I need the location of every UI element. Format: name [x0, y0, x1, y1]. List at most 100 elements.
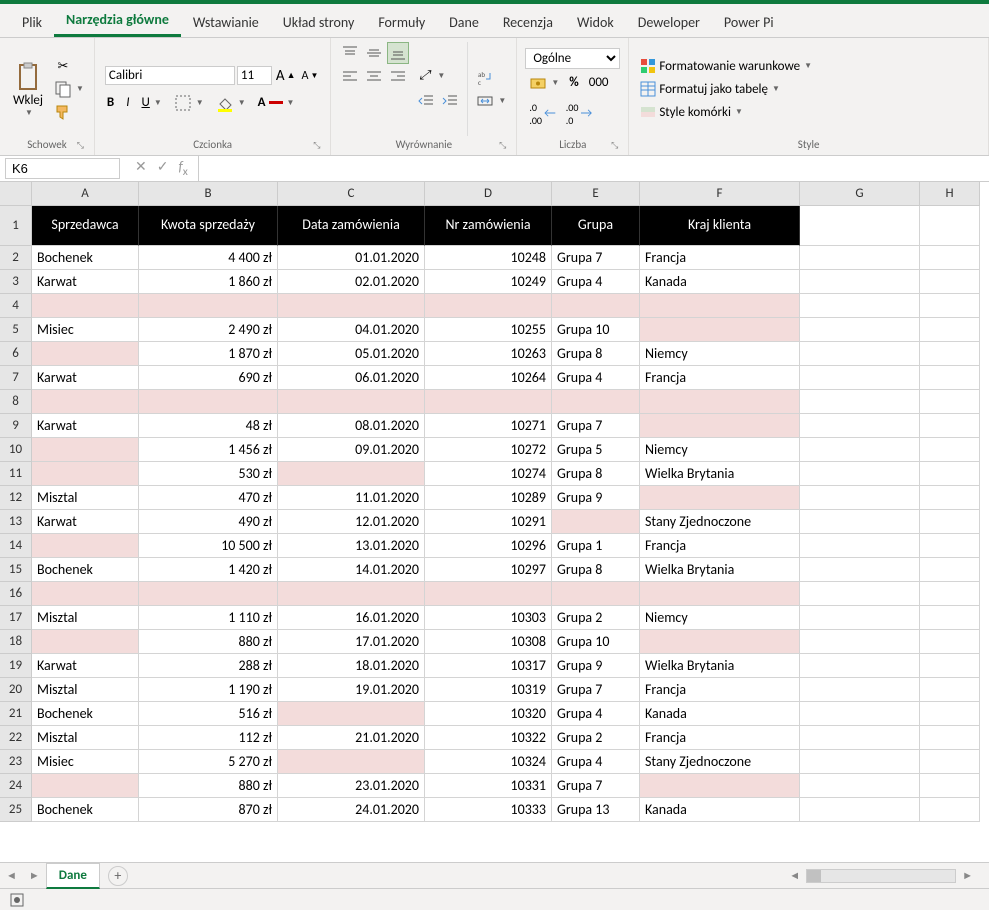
cell[interactable] [425, 294, 552, 318]
cell[interactable]: Grupa 10 [552, 318, 640, 342]
select-all-corner[interactable] [0, 182, 32, 206]
cell[interactable]: Karwat [32, 270, 139, 294]
cell[interactable]: Grupa 2 [552, 606, 640, 630]
comma-button[interactable]: 000 [587, 73, 611, 92]
tab-recenzja[interactable]: Recenzja [491, 8, 565, 37]
cell[interactable] [920, 366, 980, 390]
cell[interactable] [800, 702, 920, 726]
cell[interactable]: Kanada [640, 270, 800, 294]
format-as-table-button[interactable]: Formatuj jako tabelę▼ [637, 78, 814, 100]
cell[interactable]: 16.01.2020 [278, 606, 425, 630]
cell[interactable]: Niemcy [640, 606, 800, 630]
cell[interactable] [920, 774, 980, 798]
col-head-F[interactable]: F [640, 182, 800, 206]
cell[interactable] [920, 582, 980, 606]
cell[interactable] [552, 390, 640, 414]
cell[interactable]: Grupa 2 [552, 726, 640, 750]
cell[interactable]: 19.01.2020 [278, 678, 425, 702]
cell[interactable] [278, 582, 425, 606]
align-left-button[interactable] [339, 66, 361, 88]
bold-button[interactable]: B [105, 93, 116, 112]
cell[interactable]: Grupa 4 [552, 702, 640, 726]
cell[interactable]: Kanada [640, 798, 800, 822]
cell[interactable] [640, 294, 800, 318]
col-head-B[interactable]: B [139, 182, 278, 206]
col-head-G[interactable]: G [800, 182, 920, 206]
cell[interactable]: Grupa 9 [552, 486, 640, 510]
cell[interactable] [552, 510, 640, 534]
cell[interactable] [920, 342, 980, 366]
orientation-button[interactable]: ⤢▼ [413, 65, 463, 87]
font-size-input[interactable] [237, 66, 272, 85]
cell[interactable]: Misztal [32, 606, 139, 630]
cell[interactable] [32, 534, 139, 558]
sheet-nav-prev[interactable]: ◄ [0, 869, 23, 882]
fill-color-button[interactable]: ▼ [214, 92, 248, 114]
col-head-H[interactable]: H [920, 182, 980, 206]
cell[interactable] [800, 462, 920, 486]
cell[interactable]: Grupa 13 [552, 798, 640, 822]
cell[interactable]: 1 456 zł [139, 438, 278, 462]
cell[interactable]: 13.01.2020 [278, 534, 425, 558]
scroll-right-button[interactable]: ► [956, 869, 979, 882]
cell[interactable] [800, 774, 920, 798]
row-head-21[interactable]: 21 [0, 702, 32, 726]
cell[interactable]: 10263 [425, 342, 552, 366]
add-sheet-button[interactable]: + [108, 866, 128, 886]
cell[interactable]: Karwat [32, 366, 139, 390]
cell[interactable]: 02.01.2020 [278, 270, 425, 294]
cell[interactable]: 01.01.2020 [278, 246, 425, 270]
cell[interactable] [425, 582, 552, 606]
cell[interactable]: 10249 [425, 270, 552, 294]
cell[interactable]: Grupa 7 [552, 678, 640, 702]
row-head-8[interactable]: 8 [0, 390, 32, 414]
cell[interactable]: 690 zł [139, 366, 278, 390]
cell[interactable]: 880 zł [139, 774, 278, 798]
italic-button[interactable]: I [124, 93, 131, 112]
cell[interactable]: 1 870 zł [139, 342, 278, 366]
align-middle-button[interactable] [363, 42, 385, 64]
cell[interactable] [139, 582, 278, 606]
cell[interactable] [800, 726, 920, 750]
cell[interactable] [278, 462, 425, 486]
cell[interactable]: Karwat [32, 654, 139, 678]
cell[interactable]: 10291 [425, 510, 552, 534]
cell[interactable] [800, 678, 920, 702]
cell[interactable]: 10271 [425, 414, 552, 438]
cell[interactable] [278, 702, 425, 726]
cell[interactable] [800, 318, 920, 342]
cell[interactable]: 12.01.2020 [278, 510, 425, 534]
cell[interactable] [800, 270, 920, 294]
col-head-E[interactable]: E [552, 182, 640, 206]
cell[interactable] [800, 582, 920, 606]
font-name-input[interactable] [105, 66, 235, 85]
cell[interactable] [32, 390, 139, 414]
cell[interactable]: Grupa 8 [552, 558, 640, 582]
cell[interactable]: Grupa 8 [552, 342, 640, 366]
cell[interactable] [800, 558, 920, 582]
cell[interactable]: 24.01.2020 [278, 798, 425, 822]
cell[interactable]: 1 420 zł [139, 558, 278, 582]
cell[interactable] [278, 750, 425, 774]
increase-indent-button[interactable] [439, 90, 461, 112]
cell[interactable] [32, 294, 139, 318]
cell[interactable] [800, 486, 920, 510]
cell[interactable] [920, 558, 980, 582]
dialog-launcher-icon[interactable]: ⤡ [313, 140, 320, 151]
row-head-5[interactable]: 5 [0, 318, 32, 342]
cell[interactable]: 1 110 zł [139, 606, 278, 630]
cell-styles-button[interactable]: Style komórki▼ [637, 101, 814, 123]
row-head-12[interactable]: 12 [0, 486, 32, 510]
decrease-font-button[interactable]: A▼ [300, 67, 321, 85]
cell[interactable]: Karwat [32, 510, 139, 534]
cell[interactable]: 21.01.2020 [278, 726, 425, 750]
cell[interactable]: 10297 [425, 558, 552, 582]
cell[interactable] [920, 630, 980, 654]
cell[interactable] [920, 390, 980, 414]
cell[interactable] [920, 726, 980, 750]
cell[interactable]: 10322 [425, 726, 552, 750]
cell[interactable]: Niemcy [640, 438, 800, 462]
align-center-button[interactable] [363, 66, 385, 88]
fx-icon[interactable]: fx [178, 158, 187, 179]
tab-plik[interactable]: Plik [10, 8, 54, 37]
